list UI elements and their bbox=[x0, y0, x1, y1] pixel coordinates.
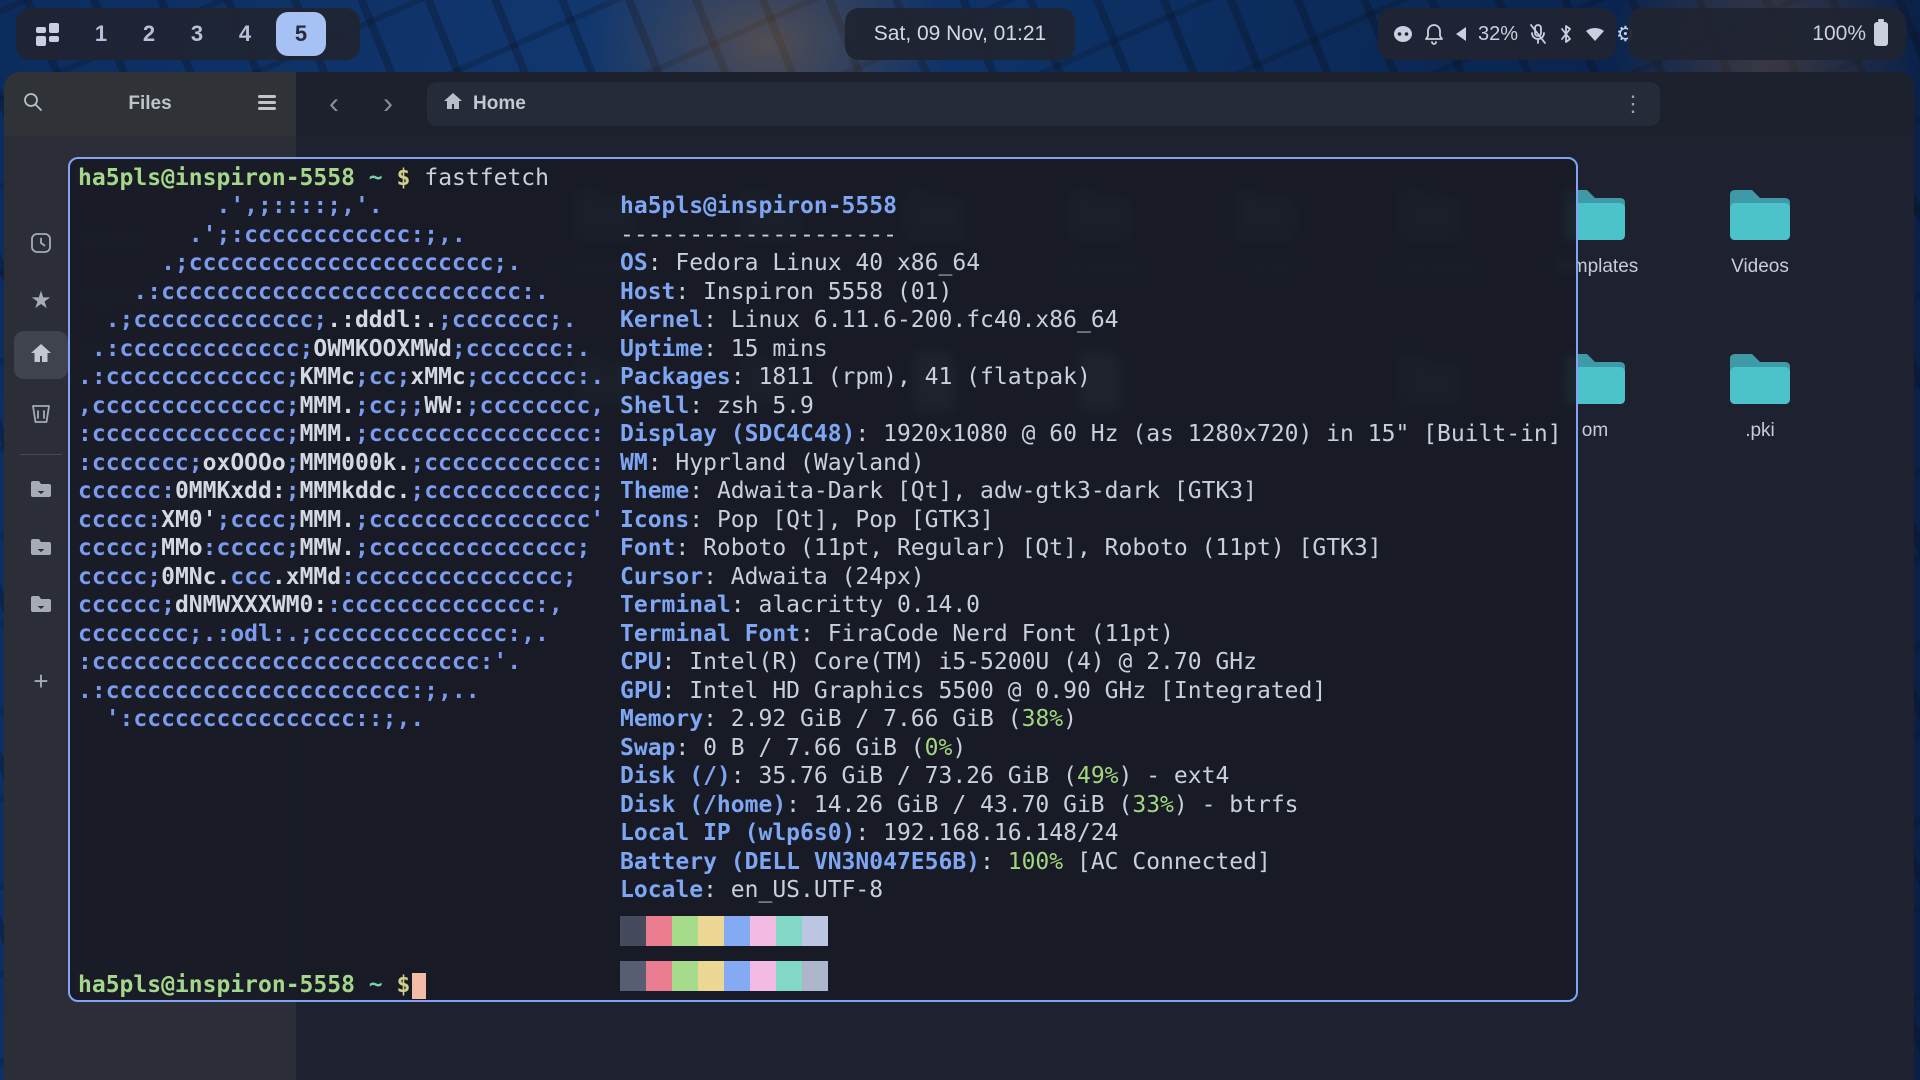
terminal-prompt-line-2: ha5pls@inspiron-5558 ~ $ bbox=[78, 971, 426, 1000]
palette-swatch bbox=[802, 961, 828, 991]
palette-swatch bbox=[620, 961, 646, 991]
sidebar-item-bookmark-2[interactable] bbox=[18, 525, 64, 569]
kebab-menu-icon[interactable]: ⋮ bbox=[1622, 91, 1644, 117]
palette-swatch bbox=[620, 916, 646, 946]
item-label: .pki bbox=[1694, 420, 1826, 442]
path-bar[interactable]: Home ⋮ bbox=[427, 82, 1660, 126]
terminal-color-palette bbox=[620, 916, 828, 1005]
item-label: Videos bbox=[1694, 256, 1826, 278]
topbar-workspaces-module: 12345 bbox=[16, 8, 360, 60]
palette-swatch bbox=[672, 961, 698, 991]
terminal-window[interactable]: ha5pls@inspiron-5558 ~ $fastfetch .',;::… bbox=[68, 157, 1578, 1002]
palette-swatch bbox=[672, 916, 698, 946]
location-label: Home bbox=[473, 93, 526, 115]
topbar-clock[interactable]: Sat, 09 Nov, 01:21 bbox=[845, 8, 1075, 60]
terminal-cursor bbox=[412, 973, 426, 999]
palette-swatch bbox=[646, 961, 672, 991]
files-header-main: ‹ › Home ⋮ ▾ ✕ bbox=[296, 72, 1914, 136]
sidebar-item-recent[interactable] bbox=[18, 221, 64, 265]
sidebar-item-trash[interactable] bbox=[18, 392, 64, 436]
prompt-user: ha5pls@inspiron-5558 bbox=[78, 165, 355, 191]
mic-muted-icon[interactable] bbox=[1528, 23, 1548, 45]
forward-button[interactable]: › bbox=[368, 72, 408, 136]
folder-item-Videos[interactable]: Videos bbox=[1694, 183, 1826, 278]
sidebar-item-starred[interactable]: ★ bbox=[18, 278, 64, 322]
back-button[interactable]: ‹ bbox=[314, 72, 354, 136]
workspace-3[interactable]: 3 bbox=[180, 21, 214, 47]
palette-swatch bbox=[698, 961, 724, 991]
hamburger-menu-icon[interactable] bbox=[256, 93, 278, 116]
palette-swatch bbox=[646, 916, 672, 946]
palette-swatch bbox=[802, 916, 828, 946]
wifi-icon[interactable] bbox=[1584, 25, 1606, 43]
palette-swatch bbox=[776, 961, 802, 991]
palette-swatch bbox=[698, 916, 724, 946]
sidebar-item-home[interactable] bbox=[18, 331, 64, 375]
sidebar-add-bookmark-button[interactable]: + bbox=[18, 659, 64, 703]
desktop: 12345 Sat, 09 Nov, 01:21 32% ⚙ 100% bbox=[0, 0, 1920, 1080]
palette-swatch bbox=[750, 916, 776, 946]
volume-percent: 32% bbox=[1478, 23, 1518, 46]
palette-swatch bbox=[724, 961, 750, 991]
app-title: Files bbox=[44, 93, 256, 115]
sidebar-divider bbox=[20, 454, 62, 455]
files-header: Files ‹ › Home ⋮ bbox=[4, 72, 1914, 136]
battery-icon bbox=[1874, 22, 1888, 46]
terminal-prompt-line: ha5pls@inspiron-5558 ~ $fastfetch bbox=[78, 164, 549, 193]
battery-percent: 100% bbox=[1812, 22, 1866, 46]
fastfetch-info: ha5pls@inspiron-5558 -------------------… bbox=[620, 192, 1562, 905]
workspace-4[interactable]: 4 bbox=[228, 21, 262, 47]
sidebar-item-bookmark-1[interactable] bbox=[18, 467, 64, 511]
workspace-2[interactable]: 2 bbox=[132, 21, 166, 47]
home-icon bbox=[443, 91, 463, 117]
app-launcher-icon[interactable] bbox=[36, 23, 59, 46]
folder-item-.pki[interactable]: .pki bbox=[1694, 347, 1826, 442]
clock-text: Sat, 09 Nov, 01:21 bbox=[874, 22, 1046, 46]
workspace-1[interactable]: 1 bbox=[84, 21, 118, 47]
speaker-icon[interactable] bbox=[1454, 25, 1468, 43]
bell-icon[interactable] bbox=[1424, 23, 1444, 45]
palette-swatch bbox=[724, 916, 750, 946]
palette-swatch bbox=[750, 961, 776, 991]
palette-swatch bbox=[776, 916, 802, 946]
sidebar-item-bookmark-3[interactable] bbox=[18, 582, 64, 626]
search-icon[interactable] bbox=[22, 91, 44, 118]
bluetooth-icon[interactable] bbox=[1558, 23, 1574, 45]
fastfetch-ascii-logo: .',;::::;,'. .';:cccccccccccc:;,. .;cccc… bbox=[78, 192, 604, 734]
topbar-tray-module: 32% ⚙ bbox=[1378, 8, 1616, 60]
discord-icon[interactable] bbox=[1392, 23, 1414, 45]
files-window: Files ‹ › Home ⋮ bbox=[4, 72, 1914, 1080]
terminal-command: fastfetch bbox=[424, 165, 549, 191]
files-header-sidebar-section: Files bbox=[4, 72, 296, 136]
topbar-battery-module[interactable]: 100% bbox=[1628, 8, 1906, 60]
workspace-5[interactable]: 5 bbox=[276, 12, 326, 56]
